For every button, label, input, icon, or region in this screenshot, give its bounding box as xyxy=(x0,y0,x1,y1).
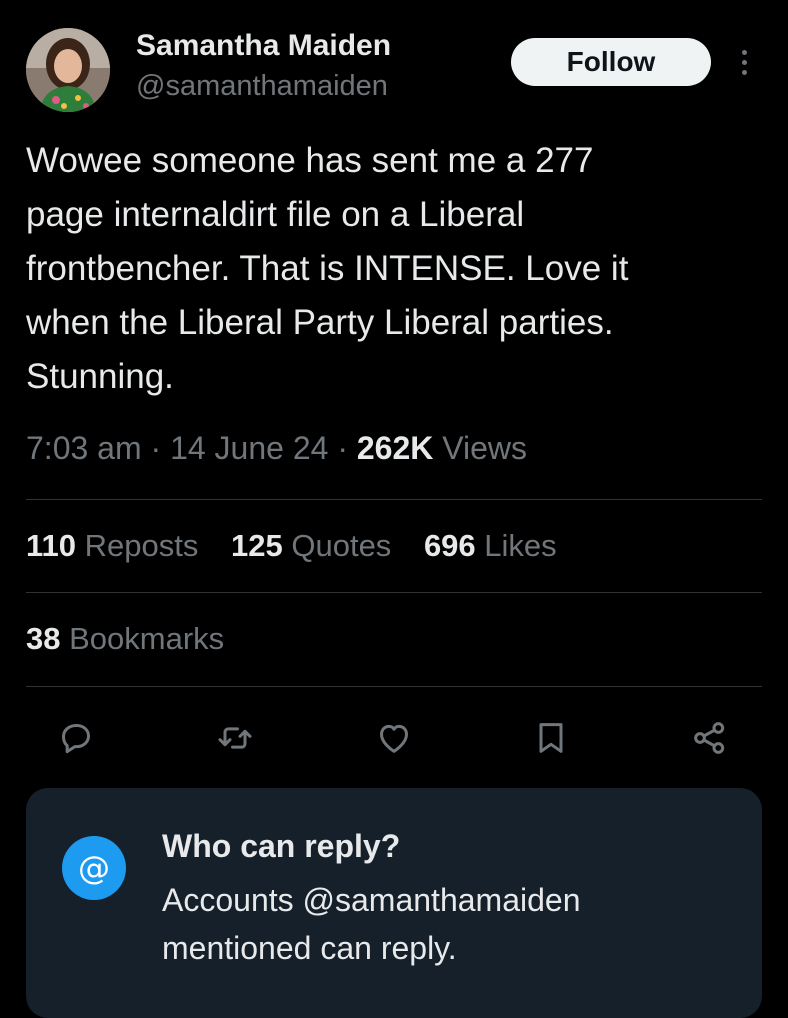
tweet-text: Wowee someone has sent me a 277 page int… xyxy=(26,141,629,396)
quotes-stat[interactable]: 125 Quotes xyxy=(231,528,400,563)
tweet-meta: 7:03 am · 14 June 24 · 262K Views xyxy=(26,430,527,467)
reply-restriction-description: Accounts @samanthamaiden mentioned can r… xyxy=(162,882,581,966)
likes-stat[interactable]: 696 Likes xyxy=(424,528,557,563)
bookmark-icon[interactable] xyxy=(527,712,575,764)
share-icon[interactable] xyxy=(686,712,734,764)
tweet-header: Samantha Maiden @samanthamaiden Follow xyxy=(26,26,766,116)
action-bar xyxy=(0,712,788,768)
meta-separator: · xyxy=(337,430,348,466)
at-sign-icon: @ xyxy=(62,836,126,900)
likes-count: 696 xyxy=(423,528,476,563)
engagement-stats: 110 Reposts 125 Quotes 696 Likes xyxy=(26,528,581,564)
views-count: 262K xyxy=(356,430,434,466)
like-icon[interactable] xyxy=(370,712,418,764)
author-display-name[interactable]: Samantha Maiden xyxy=(136,28,391,64)
divider xyxy=(26,499,762,500)
divider xyxy=(26,686,762,687)
author-handle[interactable]: @samanthamaiden xyxy=(136,68,391,104)
follow-button[interactable]: Follow xyxy=(511,38,711,86)
views-label: Views xyxy=(442,430,528,466)
reply-icon[interactable] xyxy=(52,712,100,764)
reposts-count: 110 xyxy=(26,528,77,563)
quotes-label: Quotes xyxy=(291,528,392,563)
quotes-count: 125 xyxy=(231,528,283,563)
bookmarks-label: Bookmarks xyxy=(69,621,225,656)
divider xyxy=(26,592,762,593)
meta-separator: · xyxy=(150,430,162,466)
author-names: Samantha Maiden @samanthamaiden xyxy=(136,28,391,104)
reposts-label: Reposts xyxy=(84,528,199,563)
avatar[interactable] xyxy=(26,28,110,112)
bookmarks-stat[interactable]: 38 Bookmarks xyxy=(26,621,224,657)
reply-restriction-title: Who can reply? xyxy=(162,828,401,864)
repost-icon[interactable] xyxy=(211,712,259,764)
bookmarks-count: 38 xyxy=(26,621,61,656)
tweet-time[interactable]: 7:03 am xyxy=(26,430,142,466)
vertical-ellipsis-icon[interactable] xyxy=(734,44,754,80)
likes-label: Likes xyxy=(484,528,557,563)
reposts-stat[interactable]: 110 Reposts xyxy=(26,528,207,563)
reply-restriction-card: @ Who can reply? Accounts @samanthamaide… xyxy=(26,788,762,1018)
tweet-date[interactable]: 14 June 24 xyxy=(170,430,328,466)
